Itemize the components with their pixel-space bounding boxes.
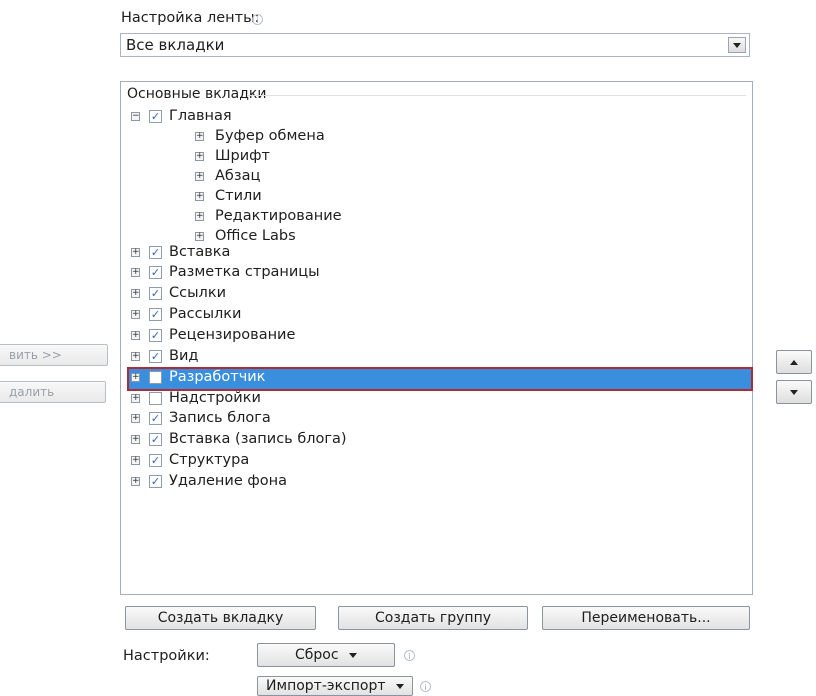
dropdown-button[interactable] [728, 37, 746, 53]
tab-checkbox[interactable]: ✓ [149, 350, 162, 363]
tab-checkbox[interactable] [149, 392, 162, 405]
tab-checkbox[interactable]: ✓ [149, 329, 162, 342]
chevron-down-icon [349, 652, 357, 658]
remove-button[interactable]: далить [0, 381, 106, 403]
expand-icon[interactable]: + [131, 456, 140, 465]
tree-row[interactable]: + ✓ Рассылки [129, 306, 751, 326]
add-button[interactable]: вить >> [0, 344, 108, 366]
tree-row[interactable]: + ✓ Вид [129, 348, 751, 368]
expand-icon[interactable]: + [195, 212, 204, 221]
tree-row-label: Стили [215, 188, 262, 204]
tree-row[interactable]: + ✓ Рецензирование [129, 327, 751, 347]
move-up-button[interactable] [776, 350, 812, 374]
tree-row-label: Разметка страницы [169, 264, 320, 280]
expand-icon[interactable]: + [131, 289, 140, 298]
tree-row-label: Вставка (запись блога) [169, 431, 347, 447]
collapse-icon[interactable]: − [131, 112, 140, 121]
expand-icon[interactable]: + [195, 172, 204, 181]
expand-icon[interactable]: + [195, 192, 204, 201]
chevron-down-icon [733, 42, 741, 48]
new-group-button[interactable]: Создать группу [338, 606, 528, 630]
ribbon-setting-dropdown[interactable]: Все вкладки [120, 33, 750, 57]
tab-checkbox[interactable]: ✓ [149, 110, 162, 123]
ribbon-setting-label: Настройка ленты: [121, 10, 260, 26]
header-divider [247, 95, 746, 96]
expand-icon[interactable]: + [131, 310, 140, 319]
info-icon: i [420, 681, 431, 692]
rename-button[interactable]: Переименовать... [542, 606, 750, 630]
tab-checkbox[interactable]: ✓ [149, 308, 162, 321]
expand-icon[interactable]: + [195, 132, 204, 141]
tab-checkbox[interactable]: ✓ [149, 433, 162, 446]
tree-row[interactable]: + Надстройки [129, 390, 751, 410]
tree-row-label: Надстройки [169, 390, 261, 406]
tab-checkbox[interactable]: ✓ [149, 246, 162, 259]
expand-icon[interactable]: + [131, 352, 140, 361]
expand-icon[interactable]: + [131, 414, 140, 423]
tree-header: Основные вкладки [127, 86, 267, 102]
tree-row[interactable]: + ✓ Вставка (запись блога) [129, 431, 751, 451]
settings-label: Настройки: [123, 648, 210, 664]
expand-icon[interactable]: + [131, 435, 140, 444]
expand-icon[interactable]: + [195, 152, 204, 161]
tree-row[interactable]: + ✓ Разметка страницы [129, 264, 751, 284]
tree-row-label: Буфер обмена [215, 128, 325, 144]
expand-icon[interactable]: + [131, 248, 140, 257]
tree-row[interactable]: + ✓ Удаление фона [129, 473, 751, 493]
expand-icon[interactable]: + [131, 394, 140, 403]
tree-row[interactable]: + Разработчик [127, 367, 753, 391]
tab-checkbox[interactable]: ✓ [149, 475, 162, 488]
tree-row-label: Разработчик [169, 369, 266, 385]
tree-row[interactable]: + Абзац [129, 168, 751, 188]
tree-row[interactable]: − ✓ Главная [129, 108, 751, 128]
tree-row-label: Вставка [169, 244, 231, 260]
tree-row[interactable]: + ✓ Вставка [129, 244, 751, 264]
tree-row[interactable]: + ✓ Структура [129, 452, 751, 472]
tree-row-label: Рецензирование [169, 327, 296, 343]
move-down-icon [790, 389, 798, 395]
tree-row-label: Вид [169, 348, 199, 364]
tree-row[interactable]: + Шрифт [129, 148, 751, 168]
import-export-button[interactable]: Импорт-экспорт [257, 676, 413, 696]
tree-row-label: Удаление фона [169, 473, 288, 489]
new-tab-button[interactable]: Создать вкладку [125, 606, 316, 630]
tab-checkbox[interactable]: ✓ [149, 412, 162, 425]
reset-button[interactable]: Сброс [257, 643, 395, 667]
tree-row-label: Абзац [215, 168, 261, 184]
expand-icon[interactable]: + [195, 232, 204, 241]
tree-row[interactable]: + Стили [129, 188, 751, 208]
move-down-button[interactable] [776, 380, 812, 404]
ribbon-setting-value: Все вкладки [126, 36, 225, 54]
tree-row-label: Редактирование [215, 208, 342, 224]
tree-row[interactable]: + Буфер обмена [129, 128, 751, 148]
tree-row-label: Рассылки [169, 306, 242, 322]
tree-row-label: Шрифт [215, 148, 270, 164]
chevron-down-icon [395, 683, 404, 689]
expand-icon[interactable]: + [131, 477, 140, 486]
tree-row-label: Структура [169, 452, 250, 468]
ribbon-tabs-tree[interactable]: Основные вкладки − ✓ Главная + Буфер обмена +… [120, 81, 753, 595]
tab-checkbox[interactable]: ✓ [149, 287, 162, 300]
expand-icon[interactable]: + [131, 373, 140, 382]
expand-icon[interactable]: + [131, 268, 140, 277]
info-icon: i [252, 14, 263, 25]
tree-row[interactable]: + ✓ Запись блога [129, 410, 751, 430]
expand-icon[interactable]: + [131, 331, 140, 340]
move-up-icon [790, 359, 798, 365]
tab-checkbox[interactable]: ✓ [149, 266, 162, 279]
tree-row[interactable]: + ✓ Ссылки [129, 285, 751, 305]
tree-row-label: Office Labs [215, 228, 296, 244]
tab-checkbox[interactable]: ✓ [149, 454, 162, 467]
tab-checkbox[interactable] [149, 371, 162, 384]
tree-row-label: Главная [169, 108, 232, 124]
tree-row-label: Запись блога [169, 410, 271, 426]
tree-row-label: Ссылки [169, 285, 226, 301]
tree-row[interactable]: + Редактирование [129, 208, 751, 228]
info-icon: i [404, 650, 415, 661]
